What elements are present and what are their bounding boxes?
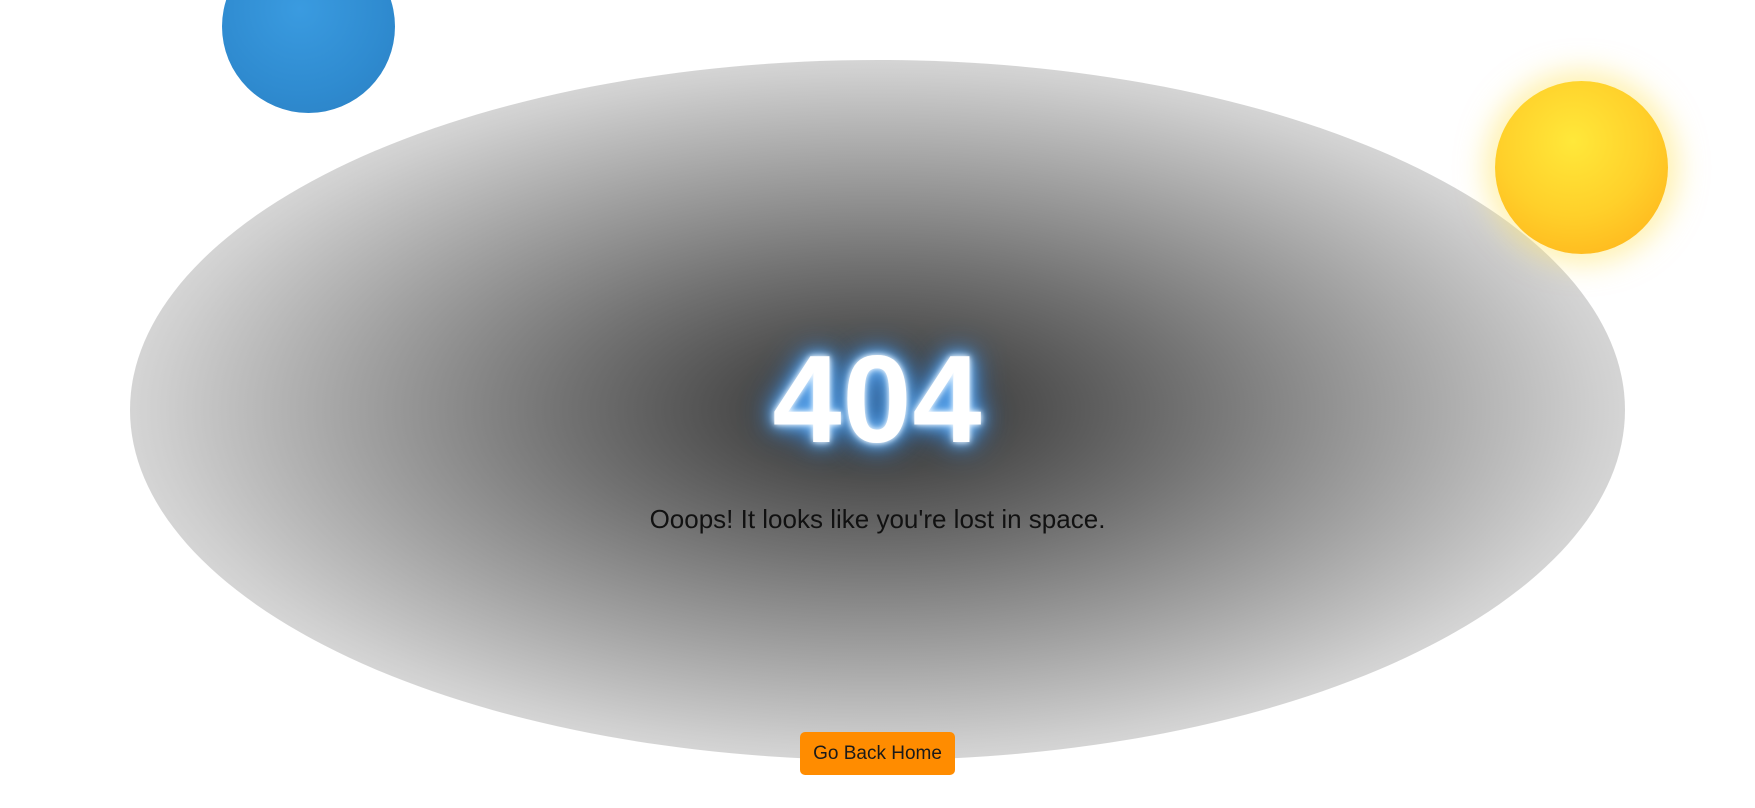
sun-icon <box>1495 81 1668 254</box>
go-back-home-button[interactable]: Go Back Home <box>800 732 955 775</box>
blue-planet-icon <box>222 0 395 113</box>
not-found-page: 404 Ooops! It looks like you're lost in … <box>0 0 1755 808</box>
error-code: 404 <box>772 331 983 469</box>
error-message: Ooops! It looks like you're lost in spac… <box>649 504 1106 534</box>
